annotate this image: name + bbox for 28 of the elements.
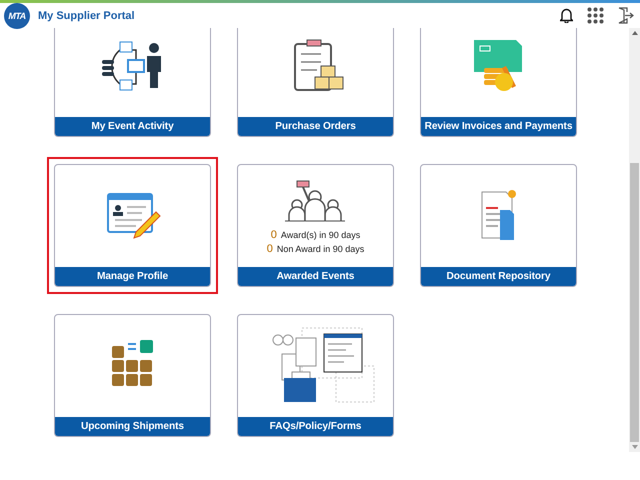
tile[interactable]: Review Invoices and Payments [420,28,577,137]
tile[interactable]: Document Repository [420,164,577,287]
tile-label: Document Repository [421,267,576,286]
tile-label: Purchase Orders [238,117,393,136]
tile[interactable]: 0 Award(s) in 90 days 0 Non Award in 90 days Awarded Events [237,164,394,287]
tile-label: Awarded Events [238,267,393,286]
logo: MTA [4,2,30,28]
scrollbar[interactable] [629,28,640,452]
scroll-up-icon[interactable] [632,31,638,35]
portal-title: My Supplier Portal [38,10,136,22]
scroll-thumb[interactable] [630,163,639,442]
tile[interactable]: FAQs/Policy/Forms [237,314,394,437]
tile[interactable]: Manage Profile [54,164,211,287]
tile-label: FAQs/Policy/Forms [238,417,393,436]
tile-label: My Event Activity [55,117,210,136]
sign-out-icon[interactable] [618,7,634,24]
award-label: Award(s) in 90 days [280,230,360,240]
tile-label: Manage Profile [55,267,210,286]
tile[interactable]: Upcoming Shipments [54,314,211,437]
tile-label: Upcoming Shipments [55,417,210,436]
award-count: 0 [270,229,277,241]
apps-grid-icon[interactable] [587,7,604,24]
award-label: Non Award in 90 days [276,244,364,254]
tile[interactable]: Purchase Orders [237,28,394,137]
tile[interactable]: My Event Activity [54,28,211,137]
tile-label: Review Invoices and Payments [421,117,576,136]
bell-icon[interactable] [560,8,573,23]
award-count: 0 [266,243,273,255]
